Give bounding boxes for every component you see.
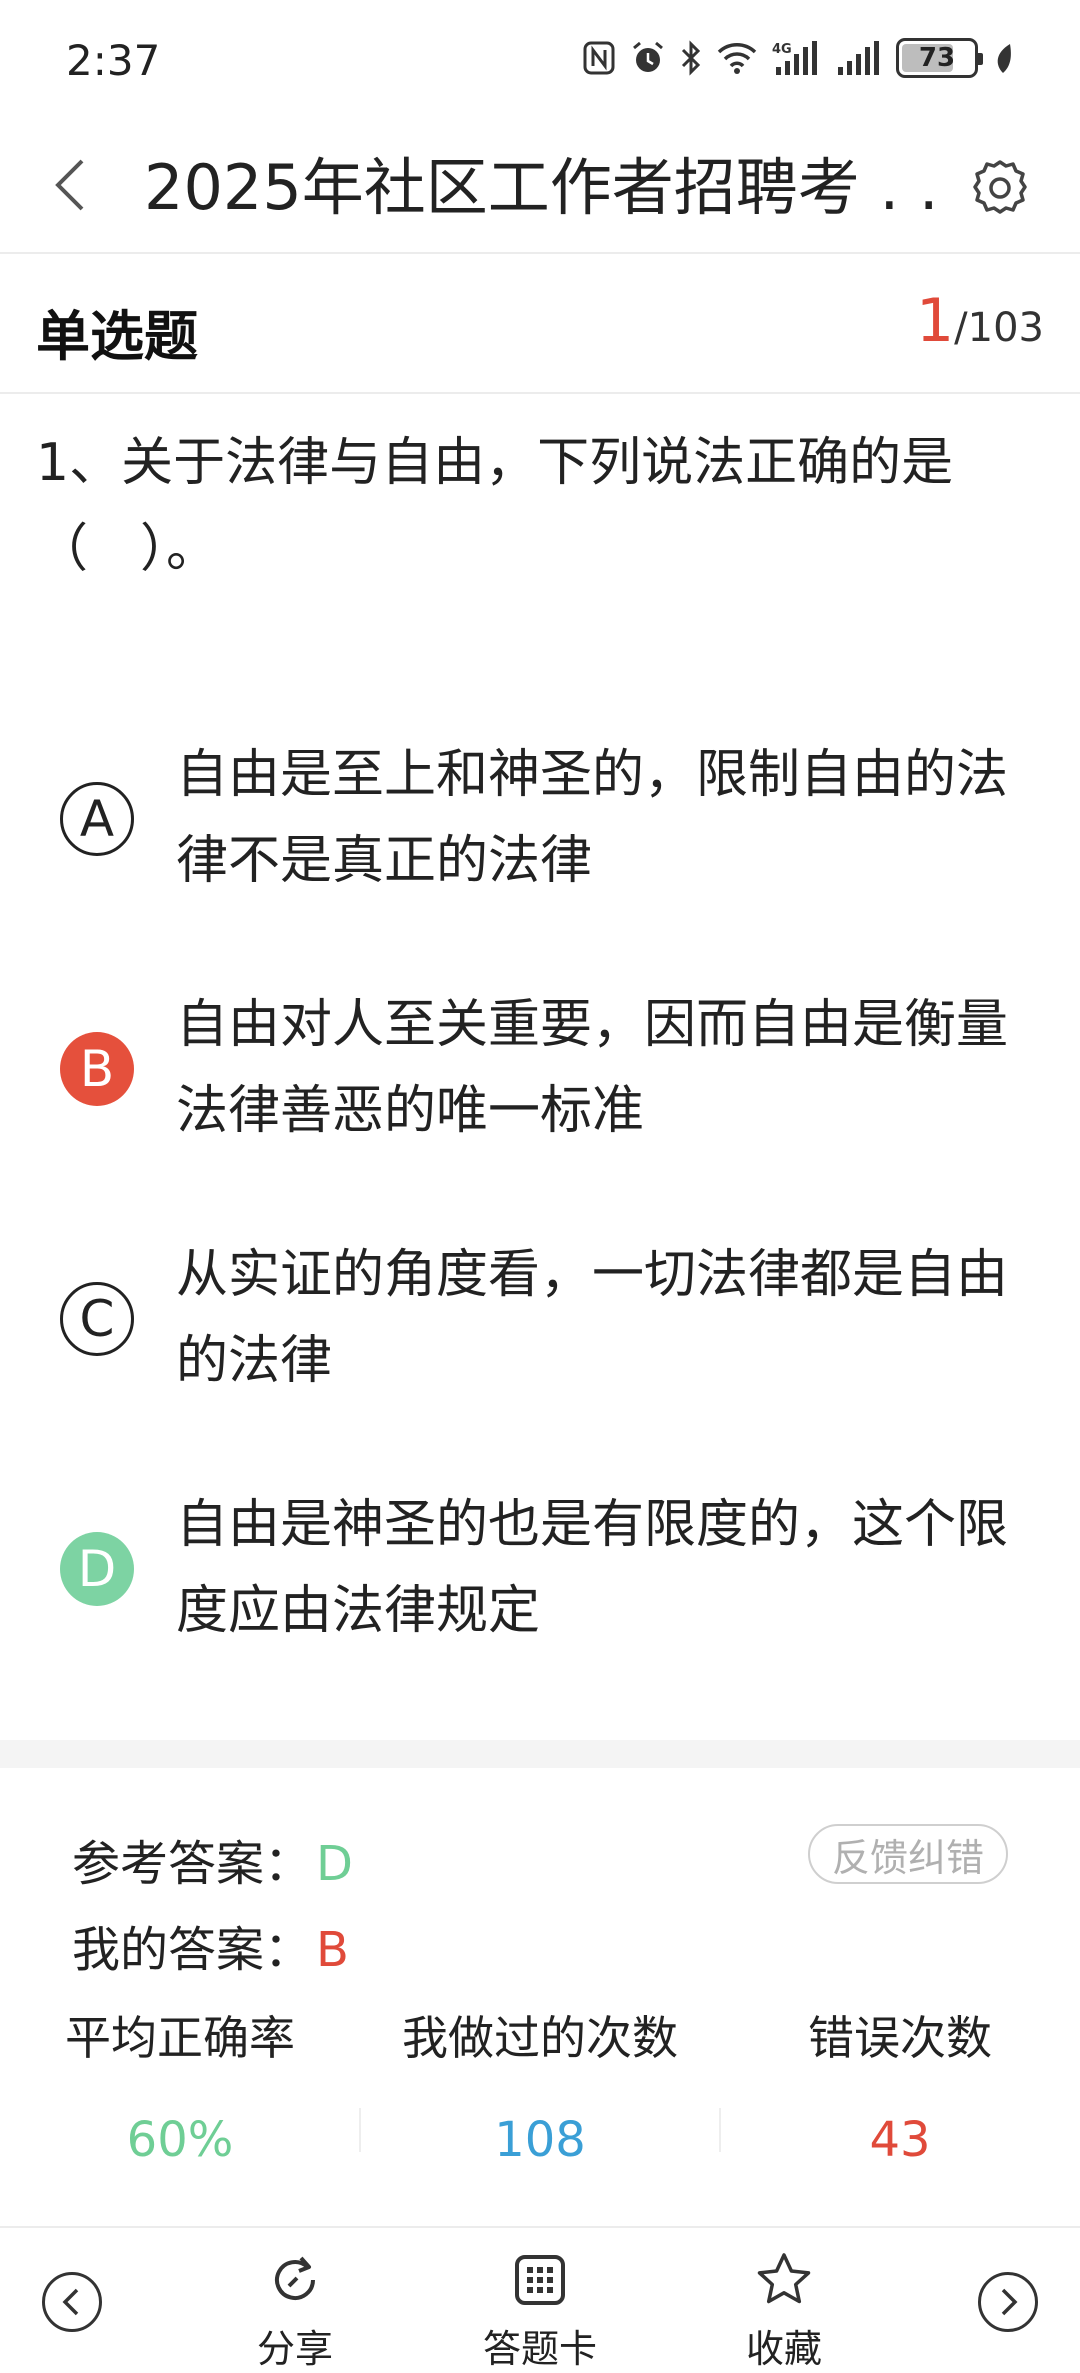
leaf-icon — [992, 41, 1014, 75]
chevron-left-icon — [62, 2288, 79, 2316]
progress-current: 1 — [915, 286, 955, 356]
question-type-row: 单选题 1/103 — [0, 256, 1080, 394]
settings-button[interactable] — [958, 146, 1042, 230]
reference-answer-value: D — [316, 1836, 353, 1892]
my-answer-value: B — [316, 1922, 349, 1978]
signal-icon — [834, 39, 882, 77]
option-d-text: 自由是神圣的也是有限度的，这个限度应由法律规定 — [176, 1495, 1009, 1641]
bottom-bar: 分享 答题卡 收藏 — [0, 2226, 1080, 2373]
reference-answer: 参考答案：D — [72, 1824, 353, 1894]
battery-text: 73 — [918, 43, 956, 73]
option-d[interactable]: D 自由是神圣的也是有限度的，这个限度应由法律规定 — [0, 1470, 1080, 1670]
gear-icon — [973, 160, 1027, 214]
signal-4g-icon: 4G — [772, 39, 820, 77]
stat-errors: 错误次数 43 — [720, 1998, 1080, 2180]
stat-accuracy-value: 60% — [126, 2112, 234, 2168]
battery-indicator: 73 — [896, 38, 983, 78]
my-answer: 我的答案：B — [72, 1910, 349, 1980]
nfc-icon — [582, 40, 616, 76]
option-c-badge: C — [60, 1282, 134, 1356]
share-button[interactable]: 分享 — [195, 2248, 395, 2373]
stats-panel: 平均正确率 60% 我做过的次数 108 错误次数 43 — [0, 1998, 1080, 2198]
answer-card-button[interactable]: 答题卡 — [440, 2248, 640, 2373]
option-b[interactable]: B 自由对人至关重要，因而自由是衡量法律善恶的唯一标准 — [0, 970, 1080, 1170]
page-title: 2025年社区工作者招聘考 . . — [144, 151, 939, 224]
option-b-text: 自由对人至关重要，因而自由是衡量法律善恶的唯一标准 — [176, 995, 1009, 1141]
app-header: 2025年社区工作者招聘考 . . — [0, 120, 1080, 254]
grid-icon — [440, 2248, 640, 2312]
next-question-button[interactable] — [978, 2272, 1038, 2332]
previous-question-button[interactable] — [42, 2272, 102, 2332]
wifi-icon — [716, 41, 758, 75]
answer-panel: 参考答案：D 反馈纠错 我的答案：B 平均正确率 60% 我做过的次数 108 … — [0, 1768, 1080, 2228]
stat-attempts-value: 108 — [494, 2112, 586, 2168]
favorite-label: 收藏 — [745, 2327, 822, 2371]
star-icon — [684, 2248, 884, 2312]
favorite-button[interactable]: 收藏 — [684, 2248, 884, 2373]
status-icons: 4G 73 — [582, 38, 1014, 78]
question-text: 1、关于法律与自由，下列说法正确的是（ ）。 — [36, 433, 954, 579]
option-c[interactable]: C 从实证的角度看，一切法律都是自由的法律 — [0, 1220, 1080, 1420]
stat-accuracy-label: 平均正确率 — [65, 2011, 295, 2065]
feedback-button[interactable]: 反馈纠错 — [807, 1824, 1008, 1884]
share-icon — [195, 2248, 395, 2312]
reference-answer-label: 参考答案： — [72, 1836, 313, 1892]
option-b-badge: B — [60, 1032, 134, 1106]
my-answer-label: 我的答案： — [72, 1922, 313, 1978]
stat-errors-label: 错误次数 — [808, 2011, 992, 2065]
option-c-text: 从实证的角度看，一切法律都是自由的法律 — [176, 1245, 1009, 1391]
option-a[interactable]: A 自由是至上和神圣的，限制自由的法律不是真正的法律 — [0, 720, 1080, 920]
status-time: 2:37 — [66, 36, 161, 85]
stat-attempts: 我做过的次数 108 — [360, 1998, 720, 2180]
svg-text:4G: 4G — [772, 42, 792, 57]
option-a-text: 自由是至上和神圣的，限制自由的法律不是真正的法律 — [176, 745, 1009, 891]
answer-card-label: 答题卡 — [482, 2327, 597, 2371]
option-d-badge: D — [60, 1532, 134, 1606]
question-progress: 1/103 — [916, 286, 1044, 356]
back-button[interactable] — [40, 150, 100, 220]
status-bar: 2:37 4G 73 — [0, 0, 1080, 120]
section-divider — [0, 1740, 1080, 1768]
bluetooth-icon — [680, 40, 702, 76]
chevron-right-icon — [1001, 2288, 1018, 2316]
option-a-badge: A — [60, 782, 134, 856]
progress-total: /103 — [954, 305, 1044, 351]
question-type-label: 单选题 — [36, 305, 198, 368]
chevron-left-icon — [55, 159, 84, 211]
share-label: 分享 — [256, 2327, 333, 2371]
stat-errors-value: 43 — [869, 2112, 931, 2168]
stat-attempts-label: 我做过的次数 — [402, 2011, 678, 2065]
alarm-icon — [630, 40, 666, 76]
stat-accuracy: 平均正确率 60% — [0, 1998, 360, 2180]
